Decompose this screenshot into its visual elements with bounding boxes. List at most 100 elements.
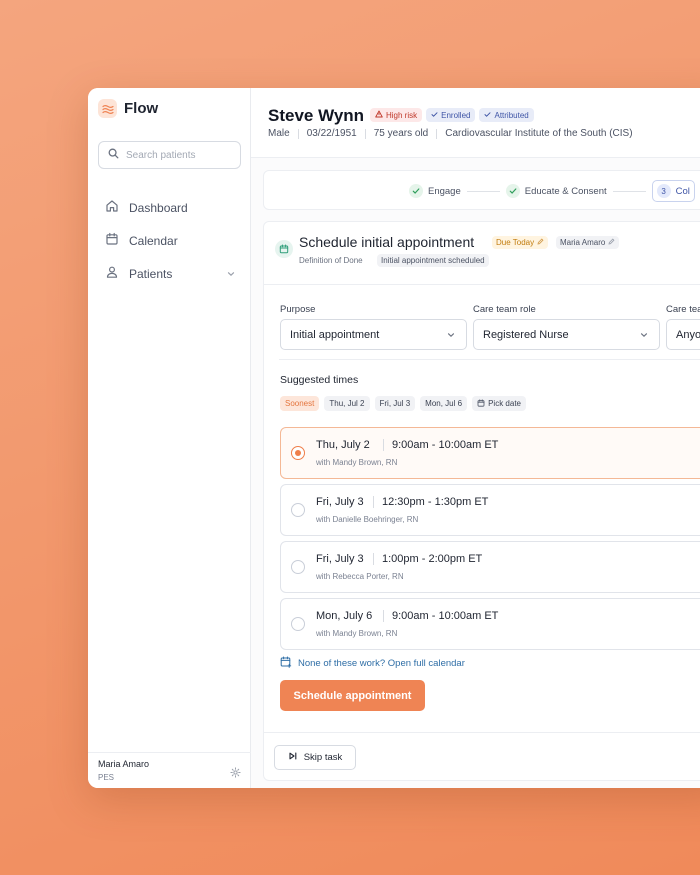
patient-name: Steve Wynn — [268, 106, 365, 125]
definition-of-done-label: Definition of Done — [299, 256, 363, 265]
time-slot[interactable]: Fri, July 3 1:00pm - 2:00pm ET with Rebe… — [280, 541, 700, 593]
time-slot[interactable]: Thu, July 2 9:00am - 10:00am ET with Man… — [280, 427, 700, 479]
check-icon — [409, 184, 423, 198]
search-box[interactable] — [98, 141, 241, 169]
link-label: None of these work? Open full calendar — [298, 658, 465, 669]
slot-provider: with Mandy Brown, RN — [316, 629, 398, 638]
time-slot[interactable]: Mon, July 6 9:00am - 10:00am ET with Man… — [280, 598, 700, 650]
app-name: Flow — [124, 100, 159, 117]
calendar-icon — [275, 240, 293, 258]
workflow-stepper: Engage Educate & Consent 3 Col — [263, 170, 700, 210]
care-team-member-select[interactable]: Anyo — [666, 319, 700, 350]
step-connector — [466, 190, 500, 192]
chip-pick-date[interactable]: Pick date — [472, 396, 526, 411]
radio-button[interactable] — [291, 617, 305, 631]
pencil-icon — [608, 238, 615, 247]
slot-time: 9:00am - 10:00am ET — [383, 610, 498, 622]
patient-dob: 03/22/1951 — [297, 129, 365, 139]
radio-button[interactable] — [291, 446, 305, 460]
task-title: Schedule initial appointment — [299, 234, 475, 250]
skip-icon — [288, 751, 298, 764]
sidebar-item-label: Dashboard — [129, 200, 188, 215]
attributed-badge: Attributed — [479, 108, 534, 122]
radio-button[interactable] — [291, 560, 305, 574]
sidebar-user: Maria Amaro PES — [88, 752, 251, 788]
enrolled-badge: Enrolled — [426, 108, 476, 122]
chip-soonest[interactable]: Soonest — [280, 396, 320, 411]
sidebar-item-label: Patients — [129, 266, 173, 281]
divider — [264, 732, 700, 733]
waves-logo-icon — [98, 99, 117, 118]
search-icon — [108, 146, 119, 164]
home-icon — [105, 199, 119, 216]
sidebar-item-dashboard[interactable]: Dashboard — [98, 191, 241, 224]
time-filter-chips: Soonest Thu, Jul 2 Fri, Jul 3 Mon, Jul 6… — [280, 396, 526, 411]
main-content: Steve Wynn High risk Enrolled Attributed… — [251, 88, 700, 788]
brand[interactable]: Flow — [98, 99, 158, 118]
care-team-role-label: Care team role — [473, 304, 536, 315]
purpose-label: Purpose — [280, 304, 316, 315]
care-team-role-value: Registered Nurse — [483, 328, 569, 341]
slot-date: Mon, July 6 — [316, 610, 373, 622]
search-input[interactable] — [126, 149, 236, 161]
user-icon — [105, 265, 119, 282]
assignee-badge[interactable]: Maria Amaro — [556, 236, 620, 249]
step-connector — [612, 190, 646, 192]
care-team-member-label: Care tea — [666, 304, 700, 315]
slot-date: Fri, July 3 — [316, 496, 364, 508]
user-role: PES — [98, 773, 115, 782]
skip-task-button[interactable]: Skip task — [274, 745, 356, 770]
badge-label: High risk — [386, 110, 418, 120]
sidebar-item-label: Calendar — [129, 233, 178, 248]
patient-sex: Male — [268, 128, 290, 139]
divider — [264, 284, 700, 285]
check-icon — [431, 111, 438, 120]
care-team-member-value: Anyo — [676, 328, 700, 341]
chevron-down-icon — [446, 330, 456, 343]
patient-institute: Cardiovascular Institute of the South (C… — [436, 129, 640, 139]
calendar-icon — [477, 398, 485, 409]
gear-icon[interactable] — [230, 765, 241, 783]
sidebar-nav: Dashboard Calendar Patients — [98, 191, 241, 290]
slot-time: 9:00am - 10:00am ET — [383, 439, 498, 451]
due-badge[interactable]: Due Today — [492, 236, 549, 249]
suggested-times-label: Suggested times — [280, 374, 359, 386]
care-team-role-select[interactable]: Registered Nurse — [473, 319, 660, 350]
step-label: Col — [675, 185, 690, 197]
chip-mon-jul-6[interactable]: Mon, Jul 6 — [420, 396, 468, 411]
step-educate-consent[interactable]: Educate & Consent — [505, 184, 607, 198]
step-label: Engage — [428, 185, 461, 197]
radio-button[interactable] — [291, 503, 305, 517]
patient-header: Steve Wynn High risk Enrolled Attributed… — [251, 88, 700, 158]
user-name: Maria Amaro — [98, 759, 150, 769]
patient-age: 75 years old — [364, 129, 436, 139]
sidebar-item-patients[interactable]: Patients — [98, 257, 241, 290]
chevron-down-icon[interactable] — [227, 267, 235, 281]
calendar-icon — [105, 232, 119, 249]
pencil-icon — [537, 238, 544, 247]
sidebar-item-calendar[interactable]: Calendar — [98, 224, 241, 257]
chip-thu-jul-2[interactable]: Thu, Jul 2 — [324, 396, 370, 411]
check-icon — [484, 111, 491, 120]
chevron-down-icon — [639, 330, 649, 343]
open-full-calendar-link[interactable]: None of these work? Open full calendar — [280, 656, 465, 671]
purpose-select[interactable]: Initial appointment — [280, 319, 467, 350]
button-label: Skip task — [303, 752, 343, 763]
purpose-value: Initial appointment — [290, 328, 380, 341]
sidebar: Flow Dashboard Calendar — [88, 88, 251, 788]
schedule-appointment-button[interactable]: Schedule appointment — [280, 680, 425, 711]
slot-date: Thu, July 2 — [316, 439, 370, 451]
calendar-plus-icon — [280, 656, 292, 671]
check-icon — [505, 184, 520, 198]
step-current[interactable]: 3 Col — [651, 180, 695, 202]
step-label: Educate & Consent — [524, 185, 607, 197]
step-engage[interactable]: Engage — [409, 184, 461, 198]
patient-meta: Male 03/22/1951 75 years old Cardiovascu… — [268, 129, 641, 139]
time-slot[interactable]: Fri, July 3 12:30pm - 1:30pm ET with Dan… — [280, 484, 700, 536]
slot-provider: with Danielle Boehringer, RN — [316, 515, 419, 524]
high-risk-badge: High risk — [370, 108, 423, 122]
assignee-label: Maria Amaro — [560, 238, 606, 247]
slot-date: Fri, July 3 — [316, 553, 364, 565]
chip-fri-jul-3[interactable]: Fri, Jul 3 — [374, 396, 416, 411]
definition-of-done-value: Initial appointment scheduled — [377, 254, 489, 267]
